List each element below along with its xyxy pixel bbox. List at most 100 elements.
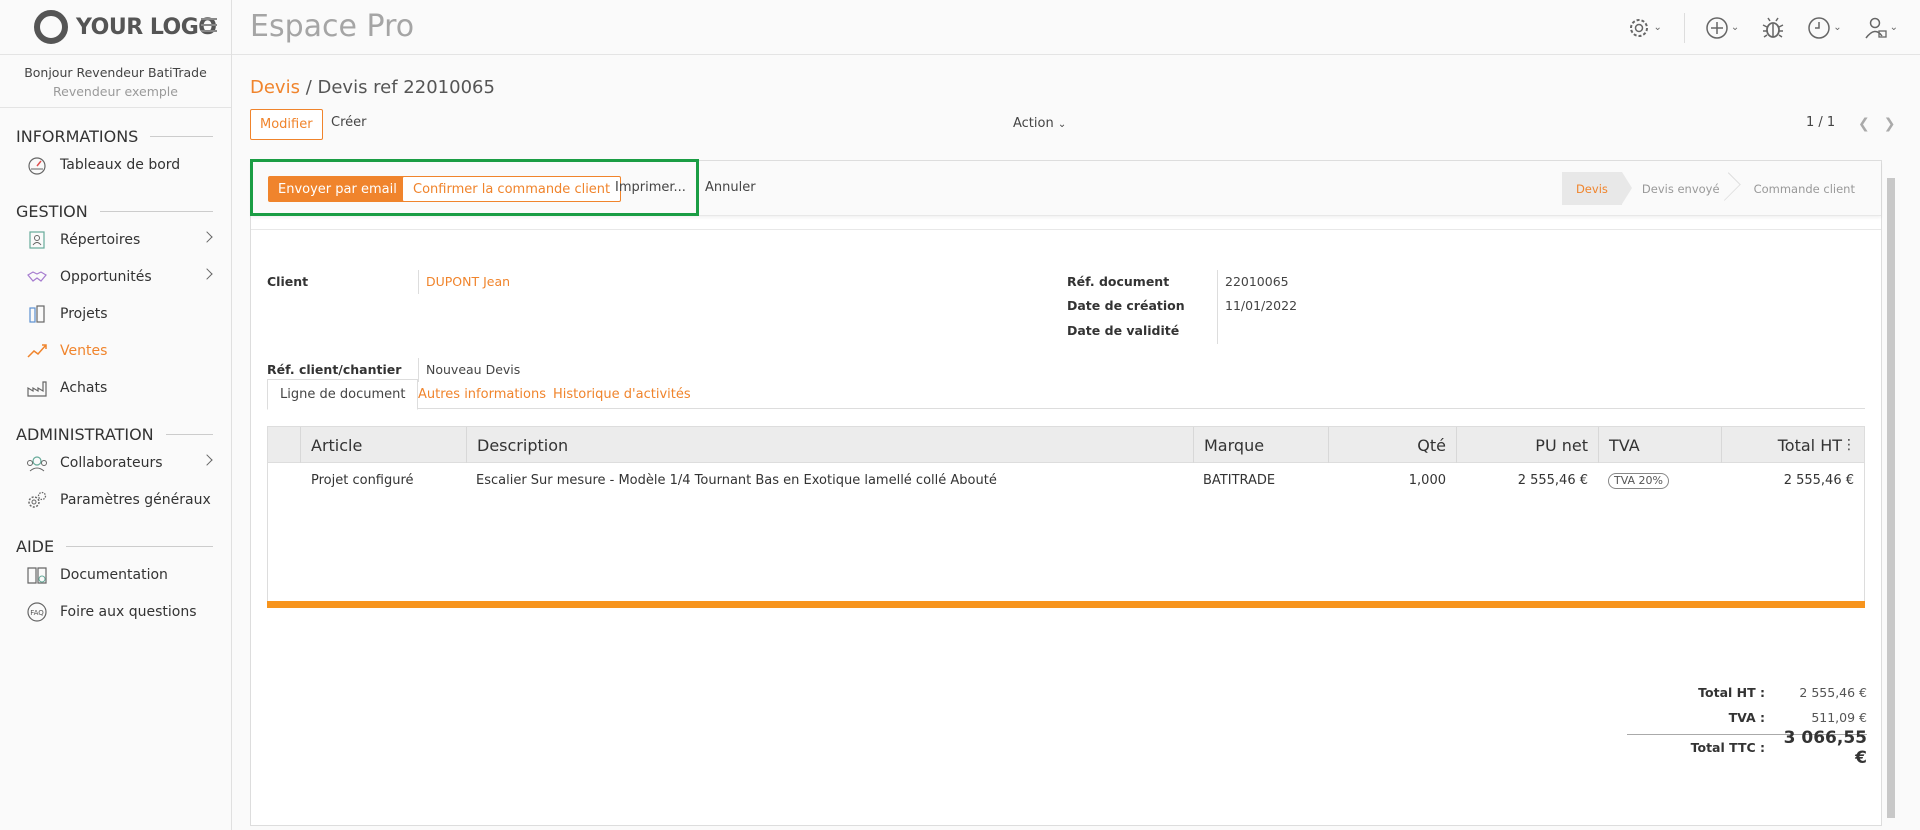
col-pu-net[interactable]: PU net: [1456, 427, 1598, 463]
sidebar-item-label: Répertoires: [60, 231, 141, 248]
sidebar-item-label: Ventes: [60, 342, 108, 359]
chevron-right-icon[interactable]: ❯: [1884, 116, 1896, 132]
total-ht-value: 2 555,46 €: [1799, 685, 1867, 700]
breadcrumb: Devis / Devis ref 22010065: [250, 77, 495, 98]
tva-value: 511,09 €: [1811, 710, 1867, 725]
hamburger-menu-icon[interactable]: [201, 18, 217, 36]
sidebar-item-parametres-generaux[interactable]: Paramètres généraux: [0, 481, 231, 518]
ref-client-label: Réf. client/chantier: [267, 362, 402, 377]
sidebar-item-achats[interactable]: Achats: [0, 369, 231, 406]
status-bar: Envoyer par email Confirmer la commande …: [250, 159, 1881, 216]
sidebar-item-opportunites[interactable]: Opportunités: [0, 258, 231, 295]
tab-autres-informations[interactable]: Autres informations: [406, 379, 558, 410]
ref-doc-value: 22010065: [1225, 274, 1289, 289]
cell-article[interactable]: Projet configuré: [311, 473, 414, 488]
chevron-right-icon: [201, 231, 213, 243]
tab-historique-activites[interactable]: Historique d'activités: [541, 379, 703, 410]
cancel-button[interactable]: Annuler: [705, 180, 756, 195]
col-tva[interactable]: TVA: [1598, 427, 1721, 463]
document-lines-table: Article Description Marque Qté PU net TV…: [267, 426, 1865, 606]
scrollbar[interactable]: [1885, 160, 1897, 826]
cell-tax[interactable]: TVA 20%: [1608, 473, 1670, 489]
user-greeting: Bonjour Revendeur BatiTrade Revendeur ex…: [0, 55, 231, 108]
col-article[interactable]: Article: [300, 427, 466, 463]
sidebar-item-label: Opportunités: [60, 268, 152, 285]
cell-total[interactable]: 2 555,46 €: [1721, 473, 1854, 488]
debug-button[interactable]: [1761, 16, 1785, 40]
form-sheet: Client DUPONT Jean Réf. client/chantier …: [251, 229, 1881, 825]
cell-qty[interactable]: 1,000: [1328, 473, 1446, 488]
history-menu[interactable]: ⌄: [1807, 16, 1842, 40]
total-ttc-value: 3 066,55 €: [1783, 727, 1867, 768]
svg-text:FAQ: FAQ: [30, 609, 44, 617]
sidebar-item-label: Tableaux de bord: [60, 156, 181, 173]
table-header: Article Description Marque Qté PU net TV…: [268, 427, 1864, 463]
column-options-icon[interactable]: ⋮: [1842, 438, 1856, 452]
total-ht-label: Total HT :: [1698, 685, 1765, 700]
sidebar-item-label: Achats: [60, 379, 108, 396]
col-description[interactable]: Description: [466, 427, 1193, 463]
sidebar-item-label: Paramètres généraux: [60, 491, 211, 508]
tab-ligne-de-document[interactable]: Ligne de document: [267, 379, 419, 410]
top-bar: Espace Pro ⌄ ⌄ ⌄ ⌄: [232, 0, 1920, 55]
breadcrumb-current: Devis ref 22010065: [317, 77, 495, 98]
client-value-link[interactable]: DUPONT Jean: [426, 274, 510, 289]
highlight-box: [250, 159, 699, 216]
modify-button[interactable]: Modifier: [250, 109, 323, 140]
clock-icon: [1808, 16, 1830, 39]
col-qte[interactable]: Qté: [1328, 427, 1456, 463]
cell-unit-price[interactable]: 2 555,46 €: [1456, 473, 1588, 488]
sidebar-item-tableaux-de-bord[interactable]: Tableaux de bord: [0, 146, 231, 183]
sidebar-item-ventes[interactable]: Ventes: [0, 332, 231, 369]
plus-circle-icon: [1706, 16, 1728, 39]
logo[interactable]: YOUR LOGO: [0, 0, 231, 55]
sidebar-item-label: Foire aux questions: [60, 603, 197, 620]
sidebar-item-documentation[interactable]: Documentation: [0, 556, 231, 593]
user-role: Revendeur exemple: [53, 84, 178, 99]
section-title: ADMINISTRATION: [16, 424, 154, 444]
sidebar-item-repertoires[interactable]: Répertoires: [0, 221, 231, 258]
sidebar-item-faq[interactable]: FAQ Foire aux questions: [0, 593, 231, 630]
factory-icon: [26, 377, 48, 399]
chevron-down-icon: ⌄: [1653, 22, 1662, 33]
create-menu[interactable]: ⌄: [1705, 16, 1739, 40]
top-bar-icons: ⌄ ⌄ ⌄ ⌄: [1627, 0, 1920, 55]
dashboard-icon: [26, 154, 48, 176]
step-devis[interactable]: Devis: [1561, 172, 1632, 205]
action-dropdown[interactable]: Action ⌄: [1013, 116, 1066, 131]
sidebar-item-collaborateurs[interactable]: Collaborateurs: [0, 444, 231, 481]
step-commande-client[interactable]: Commande client: [1734, 172, 1869, 205]
col-marque[interactable]: Marque: [1193, 427, 1328, 463]
section-title: GESTION: [16, 201, 88, 221]
sidebar-item-projets[interactable]: Projets: [0, 295, 231, 332]
settings-menu[interactable]: ⌄: [1627, 16, 1662, 40]
chevron-down-icon: ⌄: [1730, 22, 1740, 33]
date-validite-label: Date de validité: [1067, 323, 1180, 338]
document-card: Envoyer par email Confirmer la commande …: [250, 159, 1882, 826]
chevron-left-icon[interactable]: ❮: [1858, 116, 1870, 132]
totals-summary: Total HT : 2 555,46 € TVA : 511,09 € Total…: [1627, 680, 1867, 768]
handle-column: [268, 427, 300, 463]
section-informations: INFORMATIONS: [0, 126, 231, 146]
projects-icon: [26, 303, 48, 325]
user-menu[interactable]: ⌄: [1864, 16, 1898, 40]
section-title: INFORMATIONS: [16, 126, 139, 146]
chevron-down-icon: ⌄: [1833, 22, 1842, 33]
section-aide: AIDE: [0, 536, 231, 556]
logo-mark-icon: [34, 10, 68, 44]
breadcrumb-separator: /: [299, 77, 318, 98]
tab-bar: Ligne de document Autres informations Hi…: [267, 379, 1865, 410]
faq-icon: FAQ: [26, 601, 48, 623]
create-button[interactable]: Créer: [331, 115, 366, 130]
sales-chart-icon: [26, 340, 48, 362]
step-devis-envoye[interactable]: Devis envoyé: [1622, 172, 1734, 205]
gear-icon: [1630, 18, 1649, 37]
date-creation-label: Date de création: [1067, 298, 1185, 313]
contacts-icon: [26, 229, 48, 251]
chevron-right-icon: [201, 454, 213, 466]
breadcrumb-parent-link[interactable]: Devis: [250, 77, 300, 98]
scrollbar-thumb[interactable]: [1887, 178, 1895, 818]
cell-description[interactable]: Escalier Sur mesure - Modèle 1/4 Tournan…: [476, 473, 997, 488]
logo-text: YOUR LOGO: [76, 14, 217, 40]
cell-brand[interactable]: BATITRADE: [1203, 473, 1275, 488]
